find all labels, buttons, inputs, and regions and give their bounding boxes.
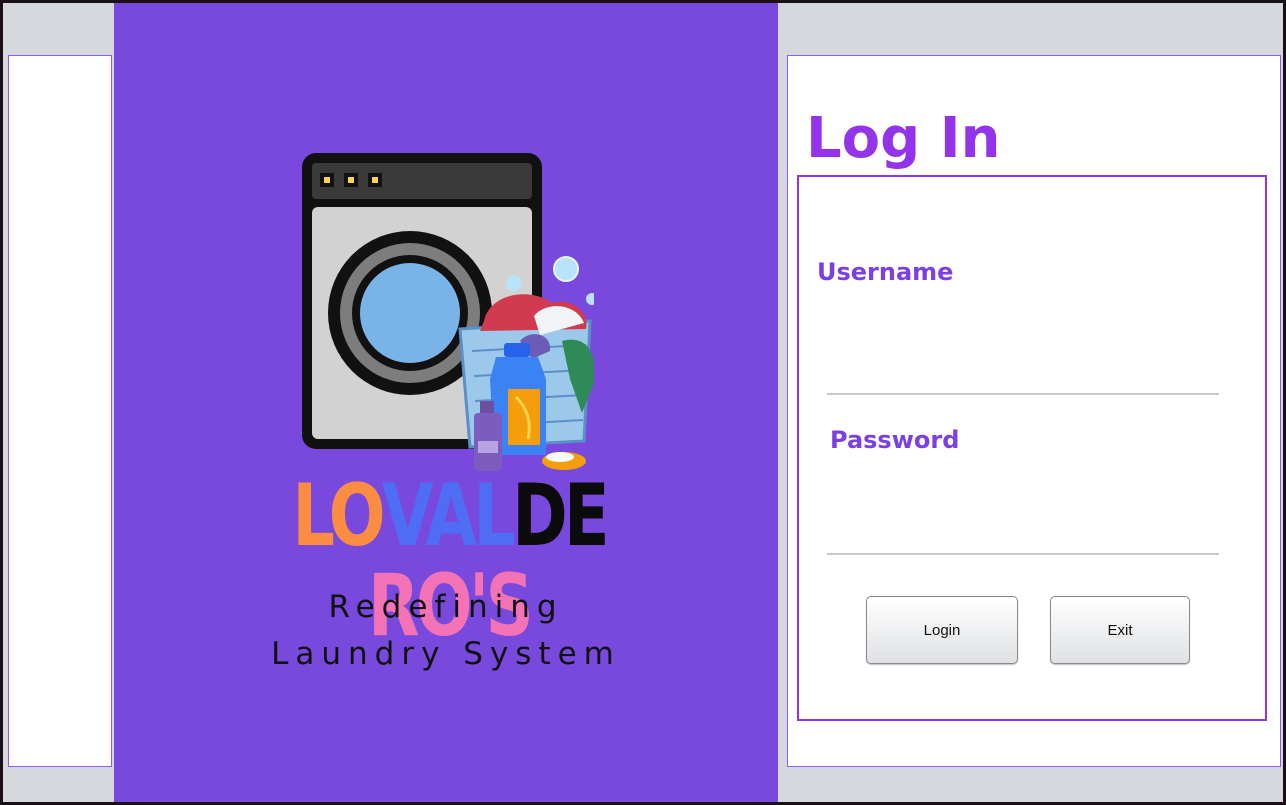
login-button[interactable]: Login <box>866 596 1018 664</box>
branding-panel: LOVALDERO'S Redefining Laundry System <box>114 3 778 802</box>
password-field[interactable] <box>827 517 1219 555</box>
username-field[interactable] <box>827 357 1219 395</box>
login-title: Log In <box>806 106 1001 171</box>
tagline-line-2: Laundry System <box>271 636 621 672</box>
exit-button[interactable]: Exit <box>1050 596 1190 664</box>
username-label: Username <box>817 258 954 286</box>
tagline-line-1: Redefining <box>328 589 564 625</box>
washing-machine-logo-icon <box>302 153 594 471</box>
brand-part-val: VAL <box>381 466 516 566</box>
brand-part-lo: LO <box>292 466 385 566</box>
password-label: Password <box>830 426 960 454</box>
left-spacer-panel <box>8 55 112 767</box>
brand-part-de: DE <box>512 466 610 566</box>
